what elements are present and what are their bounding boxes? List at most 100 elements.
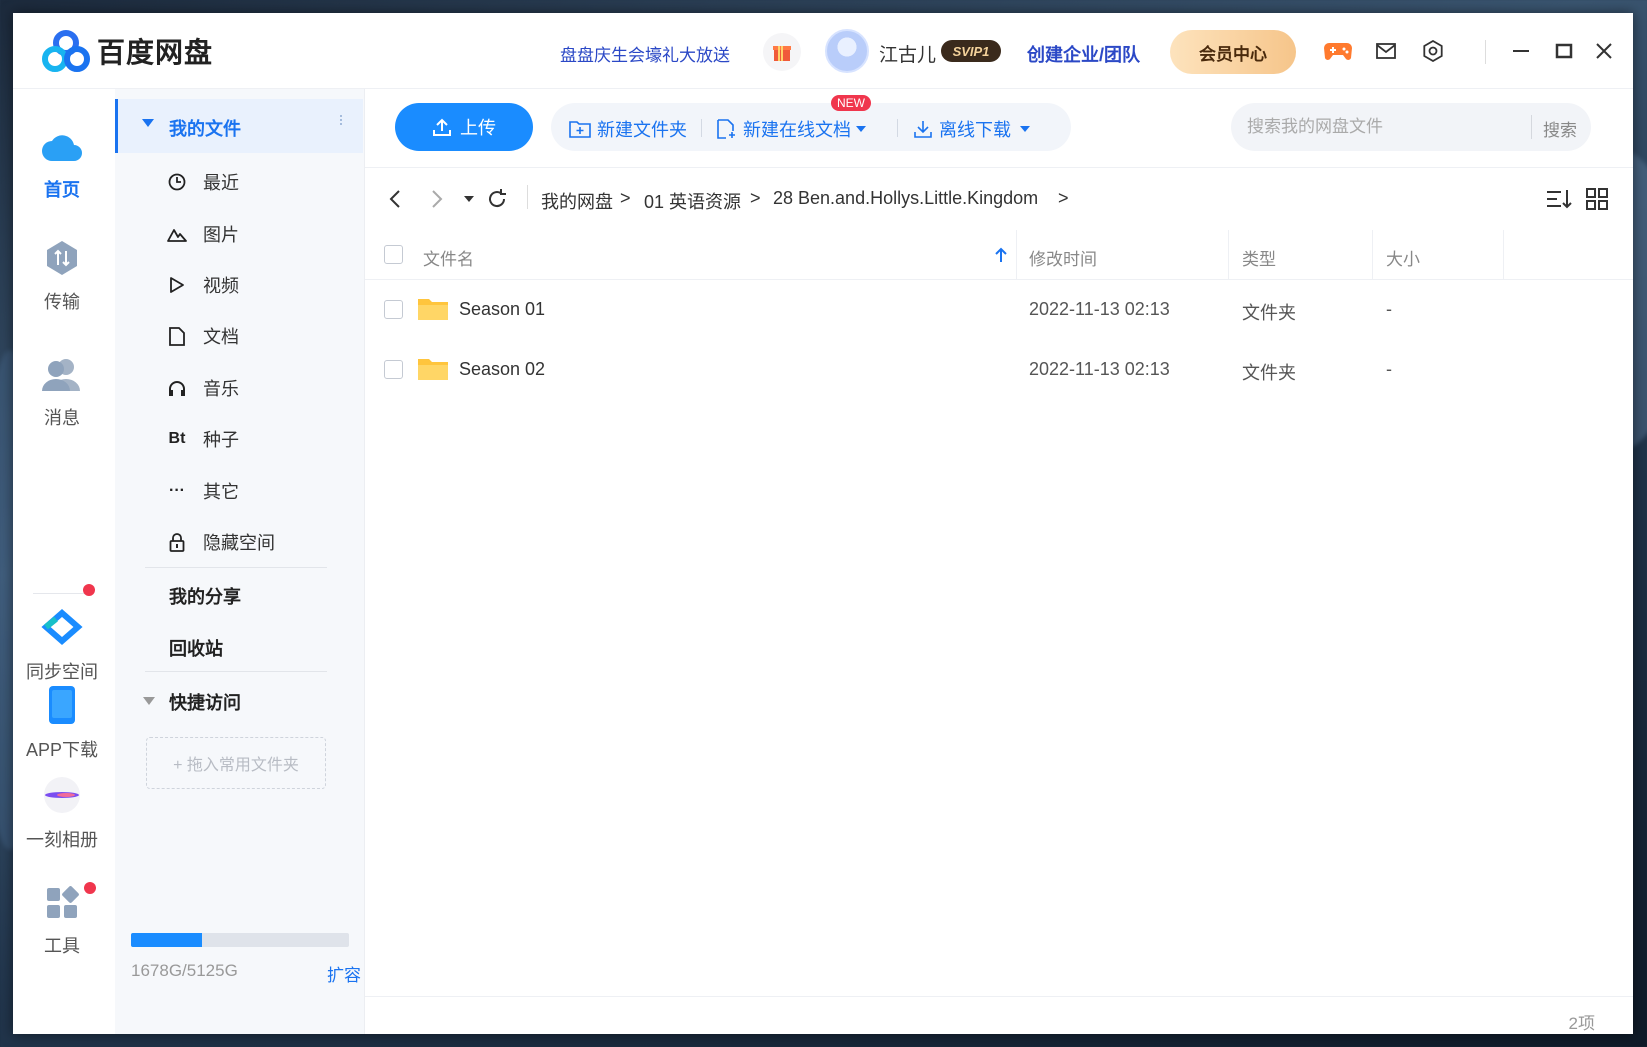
collapse-triangle-icon[interactable] [142, 119, 154, 127]
app-window: 百度网盘 盘盘庆生会壕礼大放送 江古儿 SVIP1 创建企业/团队 会员中心 首… [13, 13, 1633, 1034]
gamepad-icon [1324, 43, 1352, 60]
forward-button[interactable] [425, 187, 449, 211]
row-checkbox[interactable] [384, 360, 403, 379]
expand-storage-link[interactable]: 扩容 [327, 961, 361, 986]
gift-button[interactable] [763, 33, 801, 71]
column-header-modified[interactable]: 修改时间 [1029, 245, 1097, 270]
sidebar-item-images[interactable]: 图片 [165, 221, 239, 247]
toolbar-group: 新建文件夹 新建在线文档 NEW 离线下载 [551, 95, 1071, 151]
folder-icon [418, 359, 448, 380]
search-input[interactable] [1247, 115, 1517, 139]
users-icon [42, 359, 80, 391]
game-button[interactable] [1322, 35, 1354, 67]
column-header-size[interactable]: 大小 [1386, 245, 1420, 270]
maximize-button[interactable] [1548, 35, 1580, 67]
rail-item-album[interactable]: 一刻相册 [13, 775, 111, 852]
gear-icon [1423, 40, 1443, 62]
svip-badge[interactable]: SVIP1 [941, 40, 1001, 62]
create-enterprise-link[interactable]: 创建企业/团队 [1027, 41, 1140, 67]
row-checkbox[interactable] [384, 300, 403, 319]
minimize-button[interactable] [1505, 35, 1537, 67]
breadcrumb-item[interactable]: 我的网盘 [541, 188, 613, 214]
table-row[interactable]: Season 02 2022-11-13 02:13 文件夹 - [365, 341, 1633, 399]
new-folder-label: 新建文件夹 [597, 120, 687, 140]
sidebar-item-music[interactable]: 音乐 [165, 375, 239, 401]
navigation-row: 我的网盘 > 01 英语资源 > 28 Ben.and.Hollys.Littl… [365, 169, 1633, 229]
new-folder-button[interactable]: 新建文件夹 [569, 116, 687, 142]
storage-quota-bar [131, 933, 349, 947]
title-bar: 百度网盘 盘盘庆生会壕礼大放送 江古儿 SVIP1 创建企业/团队 会员中心 [13, 13, 1633, 89]
rail-label: APP下载 [25, 740, 99, 760]
column-header-type[interactable]: 类型 [1242, 245, 1276, 270]
rail-item-home[interactable]: 首页 [13, 129, 111, 202]
rail-item-transfer[interactable]: 传输 [13, 239, 111, 314]
rail-item-messages[interactable]: 消息 [13, 357, 111, 430]
sidebar-item-my-files[interactable]: 我的文件 ··· [115, 99, 363, 153]
select-all-checkbox[interactable] [384, 245, 403, 264]
sidebar-item-other[interactable]: ··· 其它 [165, 478, 239, 504]
toolbar-divider [897, 119, 898, 137]
refresh-button[interactable] [485, 187, 509, 211]
quick-access-dropzone[interactable]: + 拖入常用文件夹 [146, 737, 326, 789]
table-row[interactable]: Season 01 2022-11-13 02:13 文件夹 - [365, 281, 1633, 339]
mail-button[interactable] [1370, 35, 1402, 67]
cloud-icon [42, 135, 82, 161]
download-icon [914, 121, 932, 138]
sidebar-item-recent[interactable]: 最近 [165, 169, 239, 195]
refresh-icon [489, 189, 506, 208]
close-button[interactable] [1588, 35, 1620, 67]
sidebar-item-my-share[interactable]: 我的分享 [169, 583, 241, 609]
sidebar-item-label: 种子 [203, 430, 239, 450]
sidebar-item-quick-access[interactable]: 快捷访问 [169, 689, 241, 715]
sidebar-item-recycle-bin[interactable]: 回收站 [169, 635, 223, 661]
column-header-name[interactable]: 文件名 [423, 245, 474, 270]
sort-icon [1547, 190, 1572, 209]
sidebar-item-videos[interactable]: 视频 [165, 272, 239, 298]
offline-download-button[interactable]: 离线下载 [913, 116, 1037, 142]
maximize-icon [1555, 43, 1573, 59]
item-count: 2项 [1568, 1014, 1595, 1033]
breadcrumb-item[interactable]: 28 Ben.and.Hollys.Little.Kingdom [773, 188, 1038, 209]
document-icon [165, 324, 189, 348]
rail-item-app-download[interactable]: APP下载 [13, 685, 111, 762]
quick-access-toggle-icon[interactable] [143, 697, 155, 705]
rail-item-sync-space[interactable]: 同步空间 [13, 609, 111, 684]
chevron-right-icon [432, 190, 443, 208]
file-modified: 2022-11-13 02:13 [1029, 359, 1170, 379]
history-dropdown[interactable] [457, 187, 481, 211]
username[interactable]: 江古儿 [879, 40, 936, 67]
more-options-icon[interactable]: ··· [331, 113, 352, 125]
file-name[interactable]: Season 01 [459, 299, 545, 320]
headphones-icon [165, 376, 189, 400]
promo-link[interactable]: 盘盘庆生会壕礼大放送 [560, 41, 730, 66]
upload-button[interactable]: 上传 [395, 103, 533, 151]
mail-icon [1376, 43, 1396, 59]
upload-label: 上传 [460, 118, 496, 138]
rail-label: 首页 [44, 180, 80, 200]
upload-icon [433, 118, 451, 136]
sidebar-item-hidden-space[interactable]: 隐藏空间 [165, 529, 275, 555]
sidebar-item-label: 隐藏空间 [203, 533, 275, 553]
member-center-button[interactable]: 会员中心 [1170, 30, 1296, 74]
sidebar-item-documents[interactable]: 文档 [165, 323, 239, 349]
sort-ascending-icon[interactable] [995, 247, 1007, 263]
app-logo[interactable]: 百度网盘 [41, 29, 213, 73]
rail-label: 消息 [44, 408, 80, 428]
new-online-doc-button[interactable]: 新建在线文档 [717, 116, 873, 142]
file-name[interactable]: Season 02 [459, 359, 545, 380]
sort-button[interactable] [1545, 185, 1573, 213]
tools-notification-dot [84, 882, 96, 894]
user-avatar[interactable] [825, 29, 869, 73]
album-icon [44, 777, 80, 813]
lock-icon [165, 530, 189, 554]
sidebar-item-torrents[interactable]: Bt 种子 [165, 426, 239, 452]
search-button[interactable]: 搜索 [1543, 116, 1577, 141]
rail-item-tools[interactable]: 工具 [13, 885, 111, 958]
sidebar-item-label: 其它 [203, 482, 239, 502]
caret-down-icon [464, 196, 474, 202]
settings-button[interactable] [1417, 35, 1449, 67]
grid-view-button[interactable] [1583, 185, 1611, 213]
breadcrumb-separator: > [620, 188, 631, 208]
back-button[interactable] [383, 187, 407, 211]
breadcrumb-item[interactable]: 01 英语资源 [644, 188, 741, 214]
